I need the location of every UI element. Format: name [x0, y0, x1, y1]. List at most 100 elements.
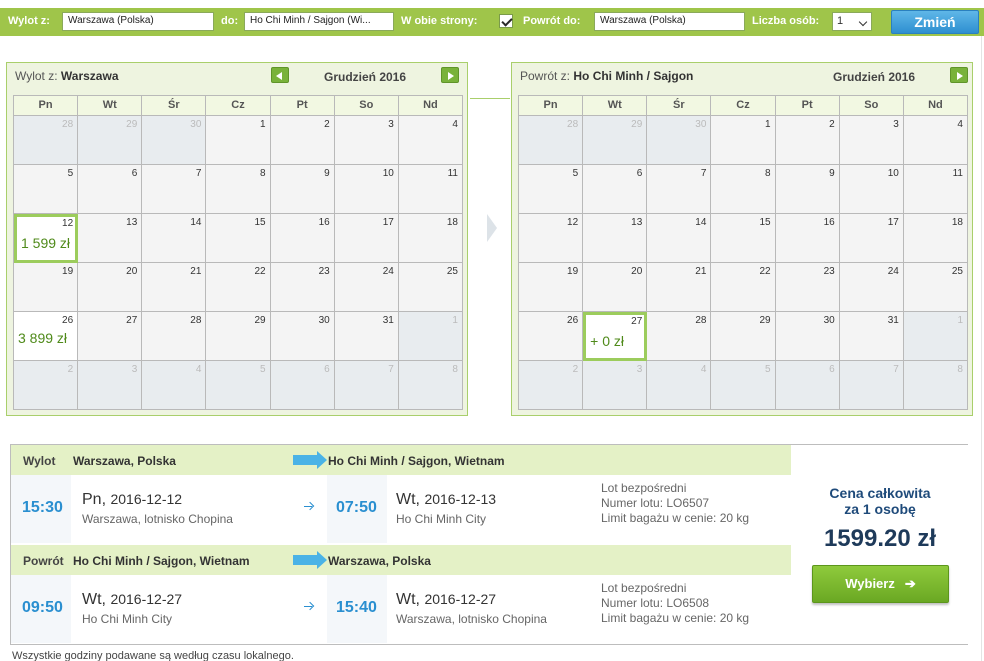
return-calendar-day[interactable]: 29 — [711, 312, 776, 361]
outbound-calendar-day[interactable]: 30 — [270, 312, 335, 361]
outbound-calendar-day[interactable]: 29 — [206, 312, 271, 361]
roundtrip-checkbox[interactable] — [499, 14, 513, 28]
return-calendar-day[interactable]: 16 — [775, 214, 840, 263]
day-number: 29 — [254, 315, 266, 326]
return-calendar-day[interactable]: 8 — [711, 165, 776, 214]
return-from: Ho Chi Minh / Sajgon, Wietnam — [73, 554, 250, 568]
change-button[interactable]: Zmień — [891, 10, 979, 34]
return-calendar-day[interactable]: 4 — [903, 116, 968, 165]
outbound-calendar-day[interactable]: 20 — [78, 263, 143, 312]
outbound-calendar-day[interactable]: 14 — [142, 214, 207, 263]
return-calendar-day[interactable]: 9 — [775, 165, 840, 214]
total-price-caption: Cena całkowita za 1 osobę — [792, 485, 968, 517]
outbound-calendar-day[interactable]: 19 — [14, 263, 79, 312]
outbound-calendar-day[interactable]: 8 — [206, 165, 271, 214]
return-calendar-day[interactable]: 1 — [711, 116, 776, 165]
day-number: 17 — [887, 217, 899, 228]
outbound-calendar-day[interactable]: 16 — [270, 214, 335, 263]
outbound-calendar-day[interactable]: 5 — [14, 165, 79, 214]
to-input[interactable]: Ho Chi Minh / Sajgon (Wi... — [244, 12, 394, 31]
return-calendar-day[interactable]: 15 — [711, 214, 776, 263]
outbound-calendar-day[interactable]: 9 — [270, 165, 335, 214]
day-number: 20 — [631, 266, 643, 277]
outbound-calendar-day: 8 — [398, 361, 463, 410]
outbound-calendar-day[interactable]: 17 — [334, 214, 399, 263]
return-calendar-day[interactable]: 14 — [647, 214, 712, 263]
outbound-calendar-day[interactable]: 18 — [398, 214, 463, 263]
outbound-calendar-day[interactable]: 4 — [398, 116, 463, 165]
return-calendar-day[interactable]: 20 — [583, 263, 648, 312]
outbound-calendar-day: 6 — [270, 361, 335, 410]
outbound-calendar-day[interactable]: 12 1 599 zł — [14, 214, 79, 263]
return-calendar-day[interactable]: 25 — [903, 263, 968, 312]
persons-select[interactable]: 1 — [832, 12, 872, 31]
outbound-calendar-day: 30 — [142, 116, 207, 165]
prev-month-button[interactable] — [271, 67, 289, 83]
outbound-arr-place: Ho Chi Minh City — [396, 512, 487, 526]
choose-button[interactable]: Wybierz ➔ — [812, 565, 949, 603]
return-calendar-day[interactable]: 5 — [519, 165, 584, 214]
return-calendar-day[interactable]: 17 — [839, 214, 904, 263]
return-calendar-day[interactable]: 21 — [647, 263, 712, 312]
return-calendar-day[interactable]: 22 — [711, 263, 776, 312]
return-next-month-button[interactable] — [950, 67, 968, 83]
outbound-calendar-day[interactable]: 7 — [142, 165, 207, 214]
return-calendar-day: 28 — [519, 116, 584, 165]
return-calendar-day: 4 — [647, 361, 712, 410]
outbound-calendar-day[interactable]: 23 — [270, 263, 335, 312]
return-arr-place: Warszawa, lotnisko Chopina — [396, 612, 547, 626]
next-month-button[interactable] — [441, 67, 459, 83]
outbound-calendar-day[interactable]: 11 — [398, 165, 463, 214]
return-calendar-day[interactable]: 23 — [775, 263, 840, 312]
outbound-leg-details: 15:30 Pn, 2016-12-12 Warszawa, lotnisko … — [11, 475, 791, 543]
day-number: 7 — [700, 168, 707, 179]
local-time-note: Wszystkie godziny podawane są według cza… — [12, 650, 294, 661]
outbound-arr-time: 07:50 — [336, 499, 377, 516]
outbound-calendar-day[interactable]: 3 — [334, 116, 399, 165]
return-calendar-week: 19 20 21 22 23 24 25 — [519, 263, 968, 312]
outbound-calendar-day[interactable]: 15 — [206, 214, 271, 263]
return-calendar-day[interactable]: 27 + 0 zł — [583, 312, 648, 361]
from-input[interactable]: Warszawa (Polska) — [62, 12, 214, 31]
day-number: 10 — [887, 168, 899, 179]
day-number: 1 — [765, 119, 771, 130]
outbound-calendar-day[interactable]: 25 — [398, 263, 463, 312]
return-calendar-day[interactable]: 2 — [775, 116, 840, 165]
day-number: 30 — [823, 315, 835, 326]
outbound-calendar-day[interactable]: 27 — [78, 312, 143, 361]
return-calendar-day[interactable]: 18 — [903, 214, 968, 263]
outbound-calendar-day[interactable]: 26 3 899 zł — [14, 312, 79, 361]
return-calendar-day[interactable]: 7 — [647, 165, 712, 214]
day-number: 28 — [62, 119, 74, 130]
outbound-calendar-day[interactable]: 24 — [334, 263, 399, 312]
outbound-calendar-day[interactable]: 22 — [206, 263, 271, 312]
outbound-calendar-day[interactable]: 1 — [206, 116, 271, 165]
outbound-calendar-day[interactable]: 2 — [270, 116, 335, 165]
return-calendar-day[interactable]: 26 — [519, 312, 584, 361]
return-calendar-day[interactable]: 3 — [839, 116, 904, 165]
day-number: 5 — [67, 168, 74, 179]
return-calendar-day[interactable]: 12 — [519, 214, 584, 263]
return-calendar-day[interactable]: 13 — [583, 214, 648, 263]
return-calendar-day[interactable]: 30 — [775, 312, 840, 361]
return-calendar-day[interactable]: 19 — [519, 263, 584, 312]
return-weekday-label: So — [839, 96, 904, 116]
outbound-baggage-limit: Limit bagażu w cenie: 20 kg — [601, 511, 750, 525]
day-number: 7 — [893, 364, 899, 375]
outbound-calendar-day: 3 — [78, 361, 143, 410]
outbound-calendar-day[interactable]: 21 — [142, 263, 207, 312]
outbound-calendar-day[interactable]: 31 — [334, 312, 399, 361]
outbound-calendar-day[interactable]: 10 — [334, 165, 399, 214]
day-number: 12 — [567, 217, 579, 228]
outbound-calendar-day[interactable]: 28 — [142, 312, 207, 361]
return-calendar-day[interactable]: 10 — [839, 165, 904, 214]
return-calendar-day[interactable]: 28 — [647, 312, 712, 361]
day-number: 8 — [765, 168, 771, 179]
return-input[interactable]: Warszawa (Polska) — [594, 12, 745, 31]
return-calendar-day[interactable]: 6 — [583, 165, 648, 214]
return-calendar-day[interactable]: 24 — [839, 263, 904, 312]
outbound-calendar-day[interactable]: 6 — [78, 165, 143, 214]
outbound-calendar-day[interactable]: 13 — [78, 214, 143, 263]
return-calendar-day[interactable]: 31 — [839, 312, 904, 361]
return-calendar-day[interactable]: 11 — [903, 165, 968, 214]
